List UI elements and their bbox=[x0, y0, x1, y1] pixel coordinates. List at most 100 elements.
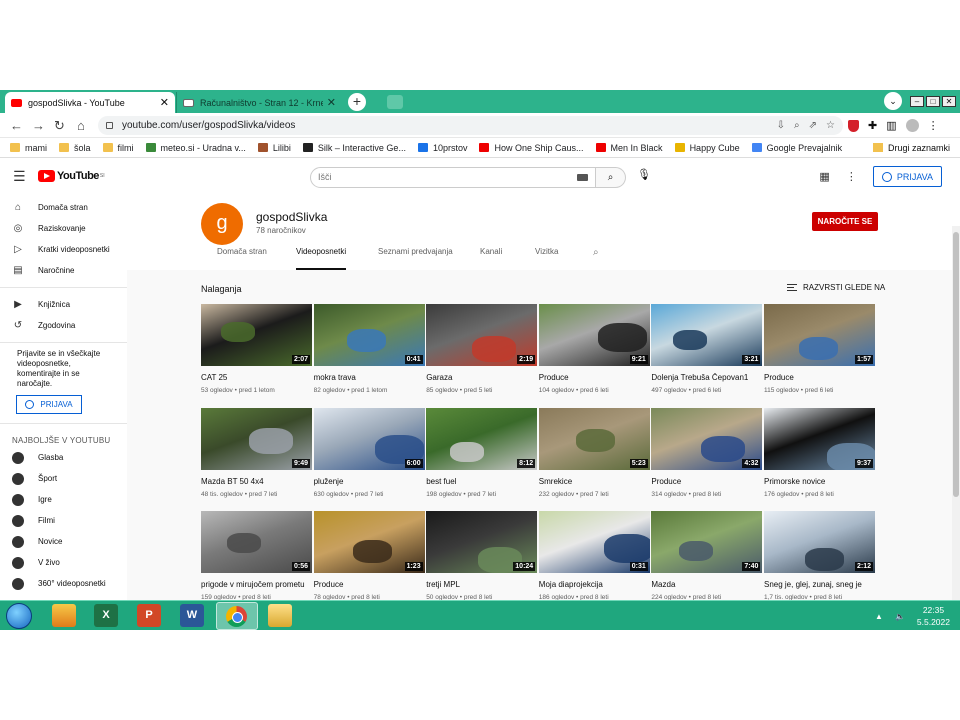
sidebar-item-home[interactable]: ⌂ Domača stran bbox=[0, 197, 127, 218]
shield-extension-icon[interactable] bbox=[848, 119, 859, 132]
youtube-logo[interactable]: YouTube SI bbox=[38, 170, 105, 182]
bookmark-item[interactable]: mami bbox=[10, 143, 47, 153]
video-title[interactable]: CAT 25 bbox=[201, 373, 312, 382]
video-thumbnail[interactable]: 2:12 bbox=[764, 511, 875, 573]
video-card[interactable]: 2:07 CAT 25 53 ogledov • pred 1 letom bbox=[201, 304, 312, 394]
search-input[interactable]: Išči bbox=[310, 167, 596, 188]
maximize-icon[interactable]: □ bbox=[926, 95, 940, 107]
video-title[interactable]: Produce bbox=[314, 580, 425, 589]
video-card[interactable]: 0:31 Moja diaprojekcija 186 ogledov • pred… bbox=[538, 511, 650, 601]
sidebar-item-explore[interactable]: ◎ Raziskovanje bbox=[0, 218, 127, 239]
folder-app-icon[interactable] bbox=[268, 604, 292, 627]
search-button[interactable]: ⌕ bbox=[596, 167, 626, 188]
video-thumbnail[interactable]: 8:12 bbox=[426, 407, 538, 470]
sidebar-item-music[interactable]: Glasba bbox=[0, 447, 127, 468]
video-card[interactable]: 0:41 mokra trava 82 ogledov • pred 1 letom bbox=[313, 304, 425, 394]
channel-search-icon[interactable]: ⌕ bbox=[593, 247, 599, 258]
video-title[interactable]: Garaza bbox=[426, 373, 537, 382]
video-card[interactable]: 2:19 Garaza 85 ogledov • pred 5 leti bbox=[426, 304, 538, 394]
video-card[interactable]: 2:12 Sneg je, glej, zunaj, sneg je 1,7 tis… bbox=[764, 511, 875, 601]
bookmark-item[interactable]: Google Prevajalnik bbox=[751, 143, 842, 153]
tab-playlists[interactable]: Seznami predvajanja bbox=[378, 238, 453, 270]
video-title[interactable]: Smrekice bbox=[539, 477, 650, 486]
other-bookmarks[interactable]: Drugi zaznamki bbox=[872, 143, 950, 153]
video-card[interactable]: 9:49 Mazda BT 50 4x4 48 tis. ogledov • pre… bbox=[201, 407, 312, 498]
back-icon[interactable]: ← bbox=[10, 118, 23, 133]
sidebar-signin-button[interactable]: PRIJAVA bbox=[16, 395, 82, 414]
tab-channels[interactable]: Kanali bbox=[480, 238, 502, 270]
video-title[interactable]: tretji MPL bbox=[426, 580, 537, 589]
bookmark-item[interactable]: How One Ship Caus... bbox=[479, 143, 584, 153]
hamburger-menu-icon[interactable]: ☰ bbox=[13, 168, 26, 185]
sidebar-item-library[interactable]: ▶ Knjižnica bbox=[0, 294, 127, 315]
word-app-icon[interactable]: W bbox=[180, 604, 204, 627]
video-title[interactable]: Dolenja Trebuša Čepovan1 bbox=[651, 373, 762, 382]
signin-button[interactable]: PRIJAVA bbox=[872, 166, 942, 187]
video-thumbnail[interactable]: 5:23 bbox=[538, 407, 650, 470]
subscribe-button[interactable]: NAROČITE SE bbox=[812, 212, 878, 231]
start-button[interactable] bbox=[6, 603, 32, 629]
bookmark-item[interactable]: Men In Black bbox=[595, 143, 663, 153]
video-thumbnail[interactable]: 9:37 bbox=[764, 407, 875, 470]
video-title[interactable]: Moja diaprojekcija bbox=[539, 580, 650, 589]
video-card[interactable]: 5:23 Smrekice 232 ogledov • pred 7 leti bbox=[538, 407, 650, 498]
video-card[interactable]: 10:24 tretji MPL 50 ogledov • pred 8 leti bbox=[426, 511, 538, 601]
sidebar-item-history[interactable]: ↺ Zgodovina bbox=[0, 315, 127, 336]
video-title[interactable]: prigode v mirujočem prometu bbox=[201, 580, 312, 589]
video-thumbnail[interactable]: 2:07 bbox=[201, 304, 312, 366]
video-title[interactable]: Primorske novice bbox=[764, 477, 875, 486]
chrome-app-icon[interactable] bbox=[226, 606, 247, 627]
scrollbar-thumb[interactable] bbox=[953, 232, 959, 497]
microphone-icon[interactable]: 🎙 bbox=[637, 168, 651, 181]
video-title[interactable]: pluženje bbox=[314, 477, 425, 486]
video-card[interactable]: 9:37 Primorske novice 176 ogledov • pred 8… bbox=[764, 407, 875, 498]
video-title[interactable]: Mazda BT 50 4x4 bbox=[201, 477, 312, 486]
video-title[interactable]: Sneg je, glej, zunaj, sneg je bbox=[764, 580, 875, 589]
sidebar-item-live[interactable]: V živo bbox=[0, 552, 127, 573]
video-title[interactable]: Produce bbox=[764, 373, 875, 382]
video-thumbnail[interactable]: 1:57 bbox=[764, 304, 875, 366]
scrollbar[interactable] bbox=[952, 226, 960, 630]
settings-dots-icon[interactable]: ⋮ bbox=[846, 170, 857, 183]
zoom-icon[interactable]: ⌕ bbox=[794, 120, 800, 131]
puzzle-icon[interactable]: ✚ bbox=[868, 119, 877, 132]
video-card[interactable]: 8:12 best fuel 198 ogledov • pred 7 leti bbox=[426, 407, 538, 498]
video-card[interactable]: 1:57 Produce 115 ogledov • pred 6 leti bbox=[764, 304, 875, 394]
bookmark-item[interactable]: Lilibi bbox=[257, 143, 291, 153]
sidebar-item-sport[interactable]: Šport bbox=[0, 468, 127, 489]
apps-grid-icon[interactable]: ▦ bbox=[819, 170, 829, 183]
video-card[interactable]: 1:23 Produce 78 ogledov • pred 8 leti bbox=[313, 511, 425, 601]
sidebar-item-360[interactable]: 360° videoposnetki bbox=[0, 573, 127, 594]
explorer-app-icon[interactable] bbox=[52, 604, 76, 627]
share-icon[interactable]: ⇗ bbox=[809, 120, 817, 131]
excel-app-icon[interactable]: X bbox=[94, 604, 118, 627]
bookmark-item[interactable]: meteo.si - Uradna v... bbox=[145, 143, 246, 153]
close-tab-icon[interactable]: ✕ bbox=[327, 96, 336, 109]
sidebar-item-subscriptions[interactable]: ▤ Naročnine bbox=[0, 260, 127, 281]
video-thumbnail[interactable]: 9:21 bbox=[538, 304, 650, 366]
profile-icon[interactable] bbox=[905, 119, 919, 132]
sidebar-item-shorts[interactable]: ▷ Kratki videoposnetki bbox=[0, 239, 127, 260]
keyboard-icon[interactable] bbox=[577, 174, 588, 181]
video-thumbnail[interactable]: 0:41 bbox=[313, 304, 425, 366]
show-hidden-icon[interactable]: ▲ bbox=[875, 612, 883, 621]
tab-home[interactable]: Domača stran bbox=[217, 238, 267, 270]
video-title[interactable]: Mazda bbox=[651, 580, 762, 589]
tab-search-icon[interactable]: ⌄ bbox=[884, 92, 902, 110]
video-thumbnail[interactable]: 0:56 bbox=[201, 511, 312, 573]
video-title[interactable]: Produce bbox=[539, 373, 650, 382]
sidebar-item-games[interactable]: Igre bbox=[0, 489, 127, 510]
video-thumbnail[interactable]: 6:00 bbox=[313, 407, 425, 470]
close-window-icon[interactable]: ✕ bbox=[942, 95, 956, 107]
sidebar-item-movies[interactable]: Filmi bbox=[0, 510, 127, 531]
video-thumbnail[interactable]: 0:31 bbox=[538, 511, 650, 573]
side-panel-icon[interactable]: ▥ bbox=[886, 119, 896, 132]
tab-racunalnistvo[interactable]: Računalništvo - Stran 12 - Krneki ✕ bbox=[176, 92, 342, 113]
video-card[interactable]: 9:21 Produce 104 ogledov • pred 6 leti bbox=[538, 304, 650, 394]
sort-button[interactable]: RAZVRSTI GLEDE NA bbox=[787, 283, 885, 292]
powerpoint-app-icon[interactable]: P bbox=[137, 604, 161, 627]
close-tab-icon[interactable]: ✕ bbox=[160, 96, 169, 109]
video-title[interactable]: Produce bbox=[651, 477, 762, 486]
bookmark-item[interactable]: 10prstov bbox=[417, 143, 467, 153]
bookmark-item[interactable]: Silk – Interactive Ge... bbox=[302, 143, 406, 153]
